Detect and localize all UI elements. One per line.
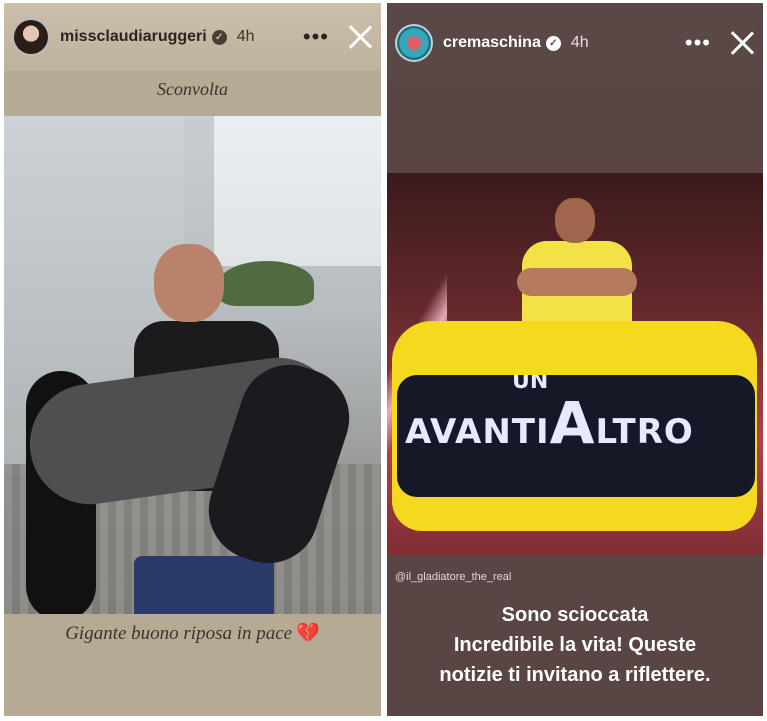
close-icon[interactable]	[347, 24, 373, 50]
screen-text-a: A	[549, 389, 596, 457]
caption-top: Sconvolta	[157, 79, 228, 99]
more-options-icon[interactable]: •••	[303, 26, 329, 48]
caption-bottom: Gigante buono riposa in pace 💔	[4, 621, 381, 645]
screen-text-avanti: AVANTI	[405, 412, 550, 452]
mention-tag[interactable]: @il_gladiatore_the_real	[395, 571, 511, 583]
story-photo	[4, 116, 381, 614]
verified-badge-icon: ✓	[211, 29, 227, 45]
close-icon[interactable]	[729, 30, 755, 56]
show-logo-screen: UN AVANTIALTRO	[397, 375, 755, 497]
story-header: cremaschina ✓ 4h •••	[387, 3, 763, 83]
username[interactable]: missclaudiaruggeri	[60, 28, 207, 46]
story-panel-right: cremaschina ✓ 4h ••• UN AVANTIALTRO @il_…	[387, 3, 763, 716]
caption-text: Gigante buono riposa in pace	[65, 623, 293, 644]
message-line: Incredibile la vita! Queste	[453, 634, 697, 656]
story-photo: UN AVANTIALTRO	[387, 173, 763, 555]
more-options-icon[interactable]: •••	[685, 32, 711, 54]
username[interactable]: cremaschina	[443, 34, 541, 52]
broken-heart-icon: 💔	[296, 623, 320, 644]
story-message: Sono scioccata Incredibile la vita! Ques…	[387, 600, 763, 690]
verified-badge-icon: ✓	[545, 35, 561, 51]
story-panel-left: missclaudiaruggeri ✓ 4h ••• Sconvolta Gi…	[4, 3, 381, 716]
avatar[interactable]	[395, 24, 433, 62]
story-header: missclaudiaruggeri ✓ 4h •••	[4, 3, 381, 71]
avatar[interactable]	[12, 18, 50, 56]
screen-text-ltro: LTRO	[595, 412, 694, 452]
timestamp: 4h	[236, 28, 255, 45]
timestamp: 4h	[570, 34, 589, 51]
message-line: Sono scioccata	[501, 604, 649, 626]
message-line: notizie ti invitano a riflettere.	[439, 664, 711, 686]
